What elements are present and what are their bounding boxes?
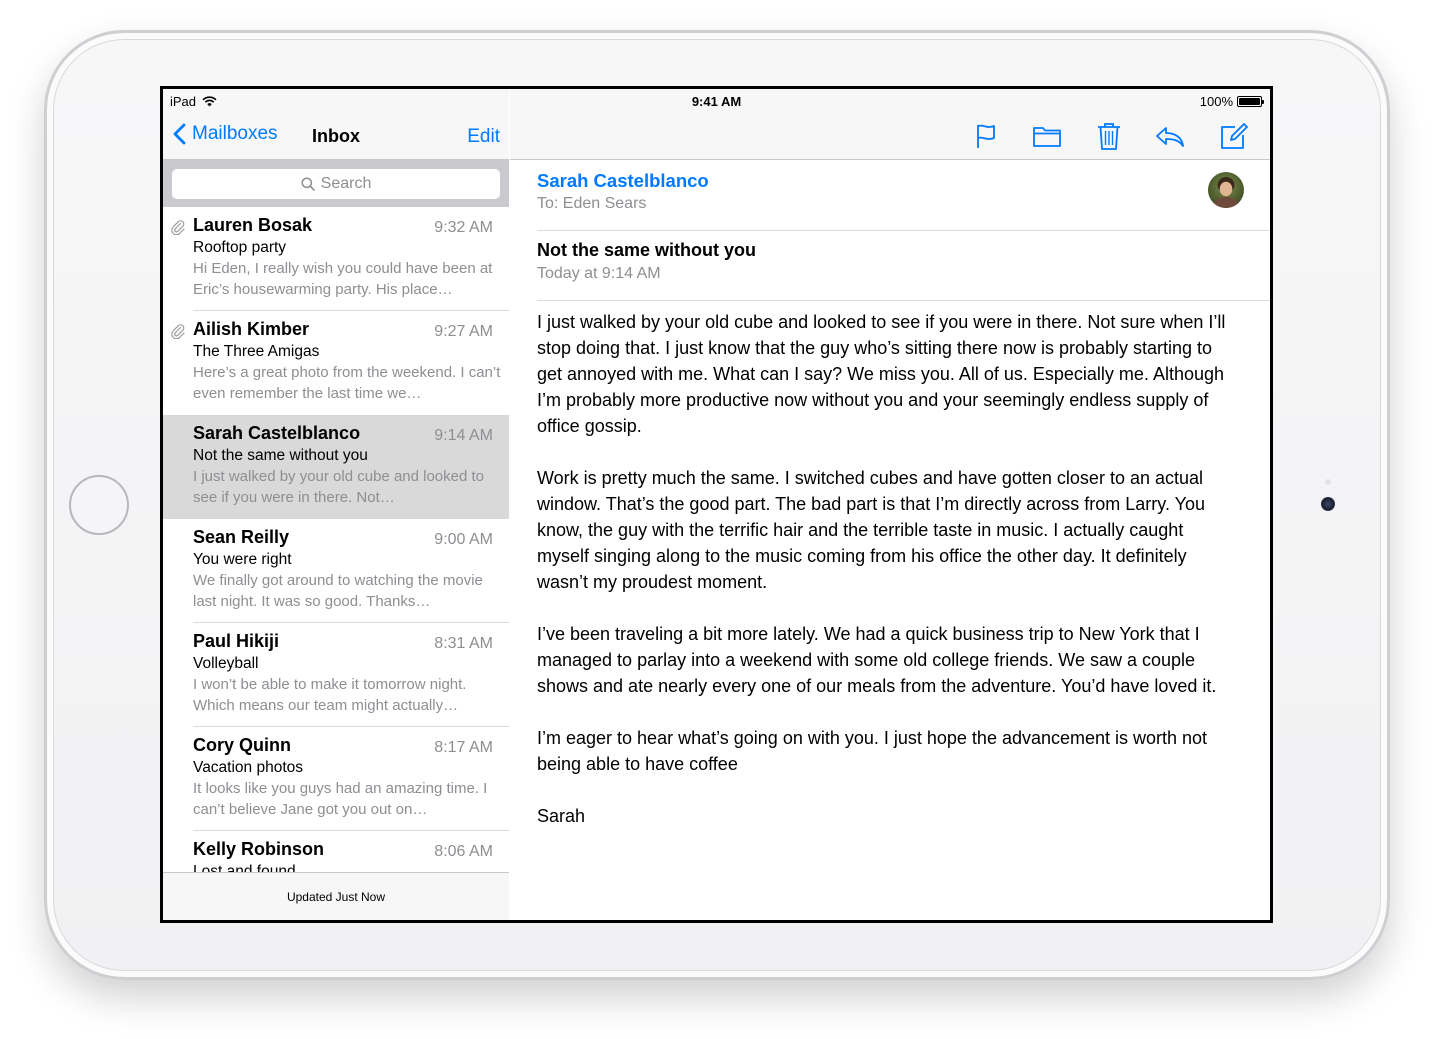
message-subject-line: Volleyball [193, 655, 259, 672]
message-row[interactable]: Lauren Bosak 9:32 AM Rooftop party Hi Eden,… [163, 207, 509, 311]
body-paragraph: I just walked by your old cube and looke… [537, 312, 1226, 436]
message-pane: Sarah Castelblanco To: Eden Sears Not th… [510, 89, 1270, 920]
body-paragraph: I’ve been traveling a bit more lately. W… [537, 624, 1217, 696]
message-body: I just walked by your old cube and looke… [537, 309, 1237, 855]
status-time: 9:41 AM [691, 94, 742, 109]
update-status: Updated Just Now [286, 889, 386, 904]
inbox-title: Inbox [312, 126, 360, 146]
message-row[interactable]: Ailish Kimber 9:27 AM The Three Amigas Here… [163, 311, 509, 415]
body-paragraph: I’m eager to hear what’s going on with y… [537, 728, 1208, 774]
header-divider [537, 230, 1270, 231]
message-row-content: Sarah Castelblanco 9:14 AM Not the same wi… [193, 415, 509, 519]
message-subject-line: Not the same without you [193, 447, 368, 464]
message-subject-line: Rooftop party [193, 239, 287, 256]
status-bar: iPad 9:41 AM 100% [163, 89, 1270, 111]
message-preview: Here’s a great photo from the weekend. I… [193, 364, 501, 402]
paperclip-icon [171, 324, 185, 339]
list-footer: Updated Just Now [163, 872, 509, 920]
battery: 100% [1199, 94, 1264, 109]
flag-icon[interactable] [971, 121, 1001, 151]
message-subject-line: You were right [193, 551, 292, 568]
message-row-content: Kelly Robinson 8:06 AM Lost and found [193, 831, 509, 875]
message-time: 9:27 AM [434, 323, 493, 340]
search-placeholder: Search [320, 175, 372, 192]
message-subject-line: The Three Amigas [193, 343, 320, 360]
message-date: Today at 9:14 AM [537, 265, 661, 282]
message-list: Lauren Bosak 9:32 AM Rooftop party Hi Eden,… [163, 207, 509, 875]
message-row-content: Paul Hikiji 8:31 AM Volleyball I won’t be a… [193, 623, 509, 727]
message-row[interactable]: Paul Hikiji 8:31 AM Volleyball I won’t be a… [163, 623, 509, 727]
message-time: 9:14 AM [434, 427, 493, 444]
message-row-content: Cory Quinn 8:17 AM Vacation photos It looks… [193, 727, 509, 831]
message-preview: I won’t be able to make it tomorrow nigh… [193, 676, 467, 714]
mailbox-pane: Mailboxes Inbox Edit Search Lauren Bosak… [163, 89, 509, 920]
message-time: 8:17 AM [434, 739, 493, 756]
message-row-content: Lauren Bosak 9:32 AM Rooftop party Hi Eden,… [193, 207, 509, 311]
message-row[interactable]: Cory Quinn 8:17 AM Vacation photos It looks… [163, 727, 509, 831]
search-bar: Search [163, 160, 509, 207]
subject-divider [537, 300, 1270, 301]
compose-icon[interactable] [1219, 121, 1249, 151]
front-camera [1321, 497, 1335, 511]
message-row[interactable]: Kelly Robinson 8:06 AM Lost and found [163, 831, 509, 875]
message-time: 8:06 AM [434, 843, 493, 860]
sender-name[interactable]: Sarah Castelblanco [537, 170, 709, 192]
home-button[interactable] [69, 475, 129, 535]
message-preview: It looks like you guys had an amazing ti… [193, 780, 488, 818]
folder-icon[interactable] [1031, 121, 1063, 151]
trash-icon[interactable] [1094, 121, 1124, 151]
body-paragraph: Work is pretty much the same. I switched… [537, 468, 1206, 592]
sender-avatar[interactable] [1208, 172, 1244, 208]
reply-icon[interactable] [1154, 121, 1186, 151]
screen-content: iPad 9:41 AM 100% Mailboxes Inbox Edit S… [163, 89, 1270, 920]
battery-percent: 100% [1199, 94, 1233, 109]
edit-button[interactable]: Edit [467, 126, 500, 148]
message-preview: Hi Eden, I really wish you could have be… [193, 260, 493, 298]
message-subject: Not the same without you [537, 240, 757, 260]
message-time: 8:31 AM [434, 635, 493, 652]
battery-icon [1237, 96, 1264, 107]
message-preview: I just walked by your old cube and looke… [193, 468, 485, 506]
message-preview: We finally got around to watching the mo… [193, 572, 483, 610]
signature: Sarah [537, 806, 586, 826]
recipient-line: To: Eden Sears [537, 195, 647, 212]
screen: iPad 9:41 AM 100% Mailboxes Inbox Edit S… [160, 86, 1273, 923]
message-time: 9:32 AM [434, 219, 493, 236]
light-sensor [1325, 479, 1331, 485]
message-time: 9:00 AM [434, 531, 493, 548]
search-icon [301, 177, 315, 191]
message-row-content: Sean Reilly 9:00 AM You were right We final… [193, 519, 509, 623]
message-row[interactable]: Sarah Castelblanco 9:14 AM Not the same wi… [163, 415, 509, 519]
message-row-content: Ailish Kimber 9:27 AM The Three Amigas Here… [193, 311, 509, 415]
paperclip-icon [171, 220, 185, 235]
search-input[interactable]: Search [172, 169, 500, 199]
message-subject-line: Vacation photos [193, 759, 304, 776]
message-row[interactable]: Sean Reilly 9:00 AM You were right We final… [163, 519, 509, 623]
